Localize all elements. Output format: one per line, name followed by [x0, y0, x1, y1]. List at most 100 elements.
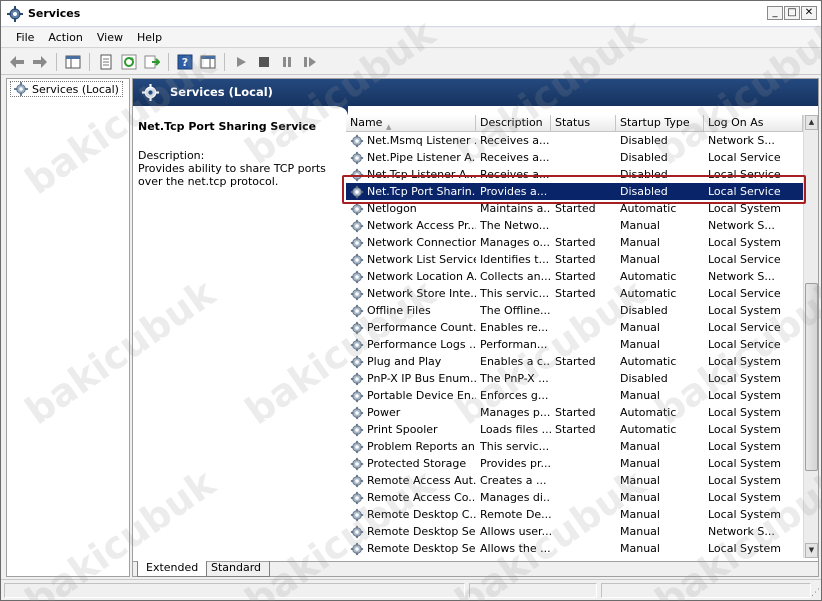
cell-description: Performan... [480, 338, 548, 351]
cell-log-on-as: Local Service [708, 287, 781, 300]
table-row[interactable]: Problem Reports an... This servic... Manua… [346, 438, 803, 455]
table-row[interactable]: Protected Storage Provides pr... Manual Loc… [346, 455, 803, 472]
table-row[interactable]: Print Spooler Loads files ... Started Autom… [346, 421, 803, 438]
table-row[interactable]: Network Connections Manages o... Started Ma… [346, 234, 803, 251]
table-row[interactable]: Net.Msmq Listener ... Receives a... Disabl… [346, 132, 803, 149]
table-row[interactable]: Network Access Pr... The Netwo... Manual Ne… [346, 217, 803, 234]
table-row[interactable]: PnP-X IP Bus Enum... The PnP-X ... Disable… [346, 370, 803, 387]
tab-extended[interactable]: Extended [137, 561, 208, 577]
scroll-down-button[interactable]: ▼ [805, 543, 818, 558]
forward-button[interactable] [30, 52, 50, 72]
table-row[interactable]: Plug and Play Enables a c... Started Automa… [346, 353, 803, 370]
service-gear-icon [350, 474, 364, 487]
table-row[interactable]: Net.Pipe Listener A... Receives a... Disab… [346, 149, 803, 166]
scroll-thumb[interactable] [805, 283, 818, 471]
column-header-name[interactable]: Name ▲ [346, 115, 476, 132]
properties-button[interactable] [96, 52, 116, 72]
service-gear-icon [350, 423, 364, 436]
pane-header-title: Services (Local) [170, 85, 273, 99]
show-hide-action-pane-button[interactable] [198, 52, 218, 72]
minimize-button[interactable]: _ [767, 6, 783, 20]
refresh-button[interactable] [119, 52, 139, 72]
cell-startup-type: Automatic [620, 423, 677, 436]
table-row[interactable]: Performance Count... Enables re... Manual L… [346, 319, 803, 336]
cell-log-on-as: Network S... [708, 219, 775, 232]
help-button[interactable]: ? [175, 52, 195, 72]
cell-startup-type: Manual [620, 508, 660, 521]
service-gear-icon [350, 389, 364, 402]
cell-name: Plug and Play [346, 353, 476, 370]
table-row[interactable]: Remote Desktop Se... Allows the ... Manual… [346, 540, 803, 557]
restart-service-button[interactable] [300, 52, 320, 72]
table-row[interactable]: Remote Access Co... Manages di... Manual Lo… [346, 489, 803, 506]
cell-description: Enables a c... [480, 355, 551, 368]
tree-item-services-local[interactable]: Services (Local) [10, 81, 123, 97]
service-gear-icon [350, 270, 364, 283]
cell-name: Network Store Inte... [346, 285, 476, 302]
table-row[interactable]: Performance Logs ... Performan... Manual Lo… [346, 336, 803, 353]
stop-service-button[interactable] [254, 52, 274, 72]
column-header-log-on-as[interactable]: Log On As [704, 115, 803, 132]
menu-view[interactable]: View [90, 29, 130, 46]
cell-startup-type: Manual [620, 474, 660, 487]
window-title: Services [28, 7, 81, 20]
scroll-up-button[interactable]: ▲ [805, 115, 818, 130]
cell-startup-type: Manual [620, 525, 660, 538]
vertical-scrollbar[interactable]: ▲ ▼ [803, 115, 818, 558]
table-row[interactable]: Remote Desktop Se... Allows user... Manual… [346, 523, 803, 540]
column-header-status[interactable]: Status [551, 115, 616, 132]
cell-log-on-as: Local Service [708, 168, 781, 181]
cell-startup-type: Automatic [620, 406, 677, 419]
cell-name: Performance Logs ... [346, 336, 476, 353]
cell-description: Provides pr... [480, 457, 551, 470]
cell-name: Remote Desktop C... [346, 506, 476, 523]
service-gear-icon [350, 338, 364, 351]
back-button[interactable] [7, 52, 27, 72]
table-row[interactable]: Net.Tcp Listener A... Receives a... Disabl… [346, 166, 803, 183]
tab-standard[interactable]: Standard [203, 561, 271, 577]
table-row[interactable]: Portable Device En... Enforces g... Manual… [346, 387, 803, 404]
cell-startup-type: Manual [620, 253, 660, 266]
table-row[interactable]: Offline Files The Offline... Disabled Local… [346, 302, 803, 319]
table-row[interactable]: Network List Service Identifies t... Start… [346, 251, 803, 268]
cell-name: Problem Reports an... [346, 438, 476, 455]
table-row[interactable]: Netlogon Maintains a... Started Automatic Lo… [346, 200, 803, 217]
cell-log-on-as: Local System [708, 542, 782, 555]
pause-service-button[interactable] [277, 52, 297, 72]
services-gear-icon [14, 82, 28, 96]
list-rows: Net.Msmq Listener ... Receives a... Disabl… [346, 132, 803, 557]
table-row[interactable]: Remote Access Aut... Creates a ... Manual L… [346, 472, 803, 489]
cell-status: Started [555, 355, 596, 368]
resize-grip-icon[interactable]: ⋰ [811, 588, 820, 598]
cell-name: Netlogon [346, 200, 476, 217]
maximize-button[interactable]: □ [784, 6, 800, 20]
menu-action[interactable]: Action [41, 29, 89, 46]
cell-log-on-as: Local System [708, 304, 782, 317]
cell-log-on-as: Network S... [708, 525, 775, 538]
cell-log-on-as: Local System [708, 202, 782, 215]
table-row[interactable]: Net.Tcp Port Sharin... Provides a... Disab… [346, 183, 803, 200]
title-bar[interactable]: Services _ □ ✕ [1, 1, 821, 27]
action-pane-icon [200, 55, 216, 68]
column-header-description[interactable]: Description [476, 115, 551, 132]
start-service-button[interactable] [231, 52, 251, 72]
menu-file[interactable]: File [9, 29, 41, 46]
show-hide-tree-button[interactable] [63, 52, 83, 72]
export-list-icon [144, 55, 160, 68]
service-gear-icon [350, 355, 364, 368]
cell-status: Started [555, 236, 596, 249]
table-row[interactable]: Network Location A... Collects an... Start… [346, 268, 803, 285]
cell-log-on-as: Local System [708, 372, 782, 385]
table-row[interactable]: Power Manages p... Started Automatic Local S… [346, 404, 803, 421]
menu-help[interactable]: Help [130, 29, 169, 46]
export-list-button[interactable] [142, 52, 162, 72]
back-arrow-icon [10, 55, 24, 68]
column-header-startup-type[interactable]: Startup Type [616, 115, 704, 132]
cell-description: Collects an... [480, 270, 551, 283]
table-row[interactable]: Network Store Inte... This servic... Start… [346, 285, 803, 302]
table-row[interactable]: Remote Desktop C... Remote De... Manual Loc… [346, 506, 803, 523]
close-button[interactable]: ✕ [801, 6, 817, 20]
pause-icon [283, 56, 291, 67]
cell-status: Started [555, 287, 596, 300]
toolbar-separator [56, 52, 57, 71]
